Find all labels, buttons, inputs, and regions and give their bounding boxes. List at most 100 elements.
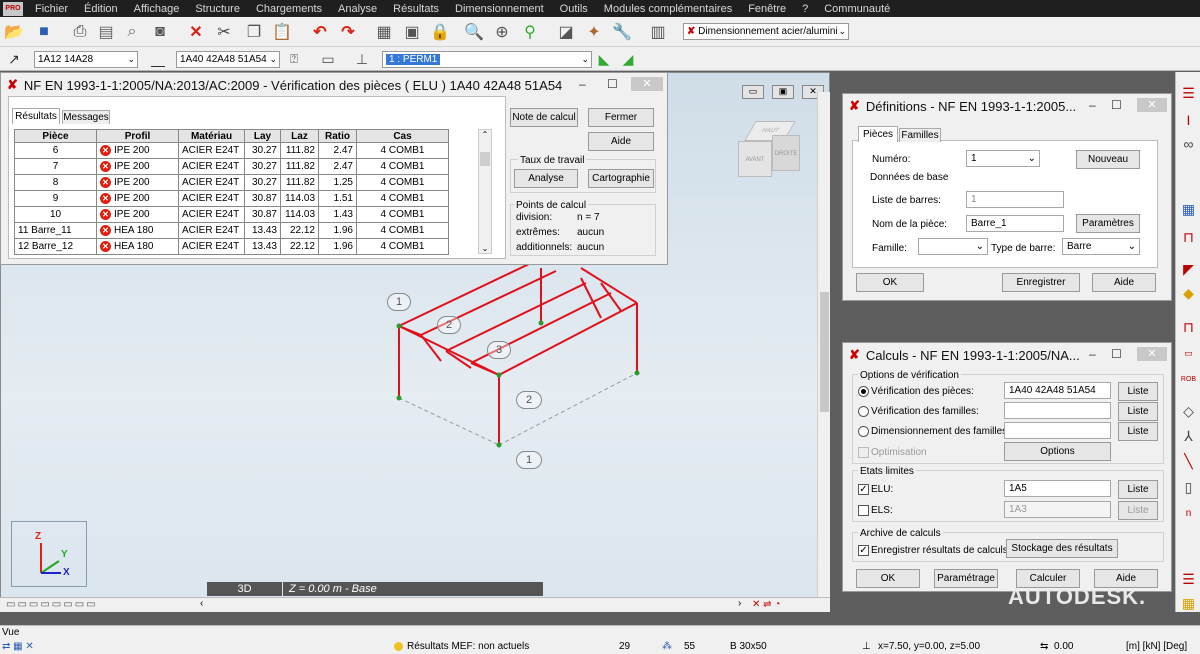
- view-mode-icons[interactable]: ✕ ⇌ ◔: [752, 599, 780, 610]
- close-button[interactable]: ✕: [1137, 347, 1167, 361]
- display-toggle-icons[interactable]: ▭▭▭▭▭▭▭▭: [6, 599, 98, 610]
- frame-icon[interactable]: ⊓: [1179, 228, 1198, 247]
- open-icon[interactable]: 📂: [4, 22, 24, 42]
- minimize-button[interactable]: –: [579, 77, 586, 91]
- column-header[interactable]: Laz: [280, 129, 319, 143]
- support-icon[interactable]: ◤: [1179, 260, 1198, 279]
- bars-icon[interactable]: ☰: [1179, 84, 1198, 103]
- zoom-icon[interactable]: 🔍: [464, 22, 484, 42]
- elu-input[interactable]: 1A5: [1004, 480, 1111, 497]
- print-preview-icon[interactable]: ▤: [96, 22, 116, 42]
- release-icon[interactable]: ▯: [1179, 478, 1198, 497]
- scroll-thumb[interactable]: [480, 152, 490, 166]
- table-row[interactable]: 6 ✕ IPE 200 ACIER E24T 30.27 111.82 2.47 4 COMB…: [14, 142, 449, 159]
- aide-button[interactable]: Aide: [1094, 569, 1158, 588]
- fermer-button[interactable]: Fermer: [588, 108, 654, 127]
- type-barre-select[interactable]: Barre ⌄: [1062, 238, 1140, 255]
- nouveau-button[interactable]: Nouveau: [1076, 150, 1140, 169]
- optimisation-checkbox[interactable]: [858, 447, 869, 458]
- rob-icon[interactable]: ROB: [1179, 370, 1198, 389]
- liste-button[interactable]: Liste: [1118, 422, 1158, 441]
- ok-button[interactable]: OK: [856, 273, 924, 292]
- liste-button[interactable]: Liste: [1118, 480, 1158, 499]
- cube-right-face[interactable]: DROITE: [772, 135, 800, 171]
- column-header[interactable]: Matériau: [178, 129, 245, 143]
- query-icon[interactable]: ⍰: [284, 49, 304, 69]
- calculator-icon[interactable]: ▣: [402, 22, 422, 42]
- paste-icon[interactable]: 📋: [272, 22, 292, 42]
- numero-select[interactable]: 1 ⌄: [966, 150, 1040, 167]
- scroll-right-icon[interactable]: ›: [738, 598, 741, 609]
- table-row[interactable]: 7 ✕ IPE 200 ACIER E24T 30.27 111.82 2.47 4 COMB…: [14, 158, 449, 175]
- liste-button[interactable]: Liste: [1118, 382, 1158, 401]
- table-row[interactable]: 9 ✕ IPE 200 ACIER E24T 30.87 114.03 1.51 4 COMB…: [14, 190, 449, 207]
- dialog-icon[interactable]: ▥: [648, 22, 668, 42]
- window-icon[interactable]: ▭: [318, 49, 338, 69]
- table-row[interactable]: 11 Barre_11 ✕ HEA 180 ACIER E24T 13.43 22.12 1…: [14, 222, 449, 239]
- menu-chargements[interactable]: Chargements: [248, 3, 330, 15]
- note-calcul-button[interactable]: Note de calcul: [510, 108, 578, 127]
- table-row[interactable]: 8 ✕ IPE 200 ACIER E24T 30.27 111.82 1.25 4 COMB…: [14, 174, 449, 191]
- calculer-button[interactable]: Calculer: [1016, 569, 1080, 588]
- offset-icon[interactable]: n: [1179, 504, 1198, 523]
- preview-icon[interactable]: ⌕: [122, 22, 142, 42]
- els-input[interactable]: 1A3: [1004, 501, 1111, 518]
- tab-3d[interactable]: 3D: [207, 582, 282, 596]
- menu-outils[interactable]: Outils: [552, 3, 596, 15]
- maximize-button[interactable]: ☐: [1111, 347, 1122, 361]
- redo-icon[interactable]: ↷: [338, 22, 358, 42]
- column-header[interactable]: Pièce: [14, 129, 97, 143]
- dim-familles-input[interactable]: [1004, 422, 1111, 439]
- verif-pieces-input[interactable]: 1A40 42A48 51A54: [1004, 382, 1111, 399]
- viewport-minimize-button[interactable]: ▭: [742, 85, 764, 99]
- minimize-button[interactable]: –: [1089, 98, 1096, 112]
- tab-familles[interactable]: Familles: [899, 128, 941, 142]
- menu-resultats[interactable]: Résultats: [385, 3, 447, 15]
- stockage-button[interactable]: Stockage des résultats: [1006, 539, 1118, 558]
- famille-select[interactable]: ⌄: [918, 238, 988, 255]
- cube-icon[interactable]: ◇: [1179, 402, 1198, 421]
- scroll-up-icon[interactable]: ⌃: [479, 130, 491, 139]
- list-icon[interactable]: ☰: [1179, 570, 1198, 589]
- parametres-button[interactable]: Paramètres: [1076, 214, 1140, 233]
- bar-select-icon[interactable]: ↗: [4, 49, 24, 69]
- calc-icon[interactable]: ▭: [1179, 344, 1198, 363]
- menu-structure[interactable]: Structure: [187, 3, 248, 15]
- analyse-button[interactable]: Analyse: [514, 169, 578, 188]
- els-checkbox[interactable]: [858, 505, 869, 516]
- menu-fichier[interactable]: Fichier: [27, 3, 76, 15]
- column-header[interactable]: Cas: [356, 129, 449, 143]
- column-header[interactable]: Profil: [96, 129, 179, 143]
- cartographie-button[interactable]: Cartographie: [588, 169, 654, 188]
- bar-selection-dropdown[interactable]: 1A12 14A28 ⌄: [34, 51, 138, 68]
- piece-selection-dropdown[interactable]: 1A40 42A48 51A54 ⌄: [176, 51, 280, 68]
- cube-front-face[interactable]: AVANT: [738, 141, 772, 177]
- case-next-icon[interactable]: ◢: [618, 49, 638, 69]
- save-results-checkbox[interactable]: ✓: [858, 545, 869, 556]
- save-icon[interactable]: ■: [34, 22, 54, 42]
- display-icon[interactable]: ◪: [556, 22, 576, 42]
- copy-icon[interactable]: ❐: [244, 22, 264, 42]
- table-icon[interactable]: ▦: [374, 22, 394, 42]
- load-icon[interactable]: ◆: [1179, 284, 1198, 303]
- load-case-icon[interactable]: ⊥: [352, 49, 372, 69]
- scroll-down-icon[interactable]: ⌄: [479, 244, 491, 253]
- tab-resultats[interactable]: Résultats: [12, 108, 60, 124]
- lock-icon[interactable]: 🔒: [430, 22, 450, 42]
- scroll-thumb[interactable]: [820, 292, 829, 412]
- enregistrer-button[interactable]: Enregistrer: [1002, 273, 1080, 292]
- aide-button[interactable]: Aide: [1092, 273, 1156, 292]
- parametrage-button[interactable]: Paramétrage: [934, 569, 998, 588]
- liste-button[interactable]: Liste: [1118, 402, 1158, 421]
- close-button[interactable]: ✕: [631, 77, 663, 91]
- fork-icon[interactable]: ⅄: [1179, 427, 1198, 446]
- elu-checkbox[interactable]: ✓: [858, 484, 869, 495]
- table-scrollbar[interactable]: ⌃ ⌄: [478, 129, 492, 254]
- section-icon[interactable]: I: [1179, 110, 1198, 129]
- zoom-window-icon[interactable]: ⊕: [492, 22, 512, 42]
- screen-capture-icon[interactable]: ◙: [150, 22, 170, 42]
- viewport-restore-button[interactable]: ▣: [772, 85, 794, 99]
- view-cube[interactable]: HAUT AVANT DROITE: [736, 121, 804, 185]
- viewport-vertical-scrollbar[interactable]: [817, 92, 830, 600]
- maximize-button[interactable]: ☐: [1111, 98, 1122, 112]
